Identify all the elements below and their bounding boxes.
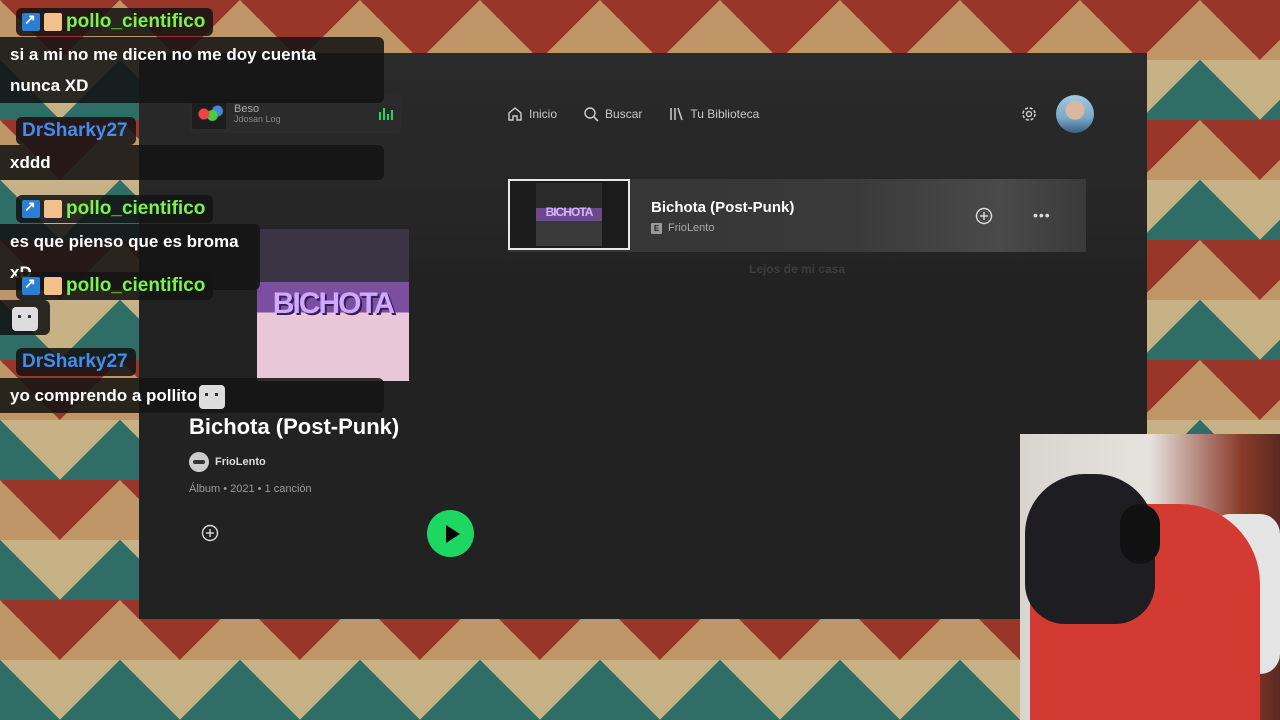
badge-icon: [22, 11, 40, 31]
equalizer-icon: [379, 108, 393, 120]
plus-circle-icon[interactable]: [975, 207, 993, 225]
search-icon: [584, 107, 599, 122]
badge-icon: [22, 275, 40, 295]
nav-library-label: Tu Biblioteca: [690, 107, 760, 121]
chat-username: DrSharky27: [16, 117, 136, 145]
track-artist[interactable]: FrioLento: [668, 222, 714, 234]
avatar-badge-icon: [44, 13, 62, 31]
avatar-badge-icon: [44, 200, 62, 218]
nav-home[interactable]: Inicio: [507, 106, 557, 122]
track-thumbnail: BICHOTA: [508, 179, 630, 250]
gear-icon[interactable]: [1019, 104, 1039, 124]
track-artist-row: E FrioLento: [651, 222, 714, 234]
play-button[interactable]: [427, 510, 474, 557]
chat-message: [0, 300, 50, 335]
cat-emote-icon: [199, 384, 226, 409]
badge-icon: [22, 198, 40, 218]
chat-username: pollo_cientifico: [16, 8, 214, 36]
explicit-badge: E: [651, 222, 662, 234]
now-playing-cover: [192, 99, 226, 129]
plus-circle-icon[interactable]: [201, 524, 219, 542]
headphones-icon: [1120, 504, 1160, 564]
chat-message: yo comprendo a pollito: [0, 378, 384, 413]
top-navigation: Inicio Buscar Tu Biblioteca: [507, 106, 759, 122]
track-card[interactable]: BICHOTA Bichota (Post-Punk) E FrioLento …: [508, 179, 1086, 252]
spotify-window: Beso Jdosan Log Inicio Buscar Tu Bibliot…: [139, 53, 1147, 619]
library-icon: [670, 107, 684, 121]
avatar-badge-icon: [44, 277, 62, 295]
album-cover: BICHOTA: [257, 229, 409, 381]
album-cover-text: BICHOTA: [272, 287, 395, 320]
track-title[interactable]: Bichota (Post-Punk): [651, 199, 794, 216]
track-art-text: BICHOTA: [545, 205, 594, 219]
artist-avatar: [189, 452, 209, 472]
chat-username: pollo_cientifico: [16, 195, 214, 223]
album-meta: Álbum • 2021 • 1 canción: [189, 483, 312, 495]
nav-search-label: Buscar: [605, 107, 643, 121]
webcam-feed: [1020, 434, 1280, 720]
chat-username: pollo_cientifico: [16, 272, 214, 300]
album-title: Bichota (Post-Punk): [189, 414, 400, 439]
nav-search[interactable]: Buscar: [583, 106, 642, 122]
user-avatar[interactable]: [1056, 95, 1094, 133]
home-icon: [508, 107, 522, 121]
cat-emote-icon: [12, 306, 38, 331]
album-artist[interactable]: FrioLento: [215, 456, 266, 468]
nav-home-label: Inicio: [529, 107, 558, 121]
nav-library[interactable]: Tu Biblioteca: [668, 106, 759, 122]
chat-message: xddd: [0, 145, 384, 180]
chat-message: si a mi no me dicen no me doy cuenta nun…: [0, 37, 384, 103]
chat-username: DrSharky27: [16, 348, 136, 376]
album-artist-row[interactable]: FrioLento: [189, 452, 266, 472]
more-options-icon[interactable]: •••: [1033, 207, 1051, 223]
now-playing-artist: Jdosan Log: [234, 114, 281, 125]
background-lyric-text: Lejos de mi casa: [749, 262, 846, 276]
